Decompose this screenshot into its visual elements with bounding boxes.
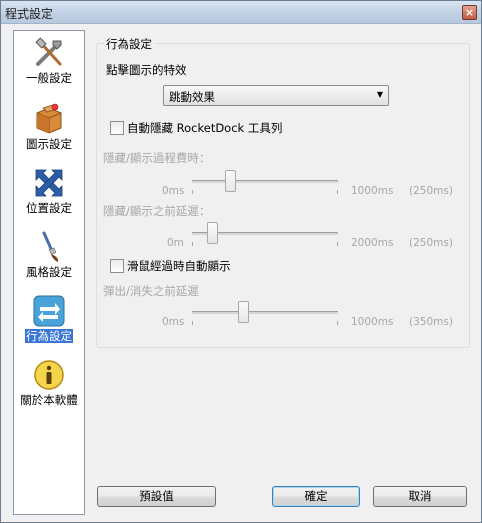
hide-duration-max: 1000ms: [351, 185, 394, 197]
sidebar-item-behavior[interactable]: 行為設定: [14, 289, 84, 353]
sidebar-item-position[interactable]: 位置設定: [14, 161, 84, 225]
sidebar-item-style[interactable]: 風格設定: [14, 225, 84, 289]
hide-delay-slider[interactable]: [207, 222, 218, 244]
title-bar[interactable]: 程式設定 ×: [1, 1, 481, 24]
sidebar-item-about[interactable]: 關於本軟體: [14, 353, 84, 417]
group-title: 行為設定: [104, 36, 154, 52]
swap-arrows-icon: [33, 295, 65, 327]
close-button[interactable]: ×: [462, 5, 477, 20]
tools-icon: [35, 37, 62, 66]
sidebar-item-label: 關於本軟體: [20, 393, 78, 407]
defaults-button[interactable]: 預設值: [97, 486, 216, 507]
popup-delay-max: 1000ms: [351, 316, 394, 328]
popup-delay-min: 0ms: [162, 316, 185, 328]
slider-tick: [337, 190, 338, 194]
dropdown-arrow-icon: ▼: [376, 90, 383, 99]
sidebar-item-label: 行為設定: [25, 329, 73, 343]
paintbrush-icon: [42, 231, 59, 262]
click-effect-value: 跳動效果: [169, 90, 215, 104]
autohide-checkbox[interactable]: [110, 121, 124, 135]
sidebar-item-label: 圖示設定: [26, 137, 72, 151]
sidebar-item-label: 位置設定: [26, 201, 72, 215]
hide-duration-slider[interactable]: [225, 170, 236, 192]
hide-duration-value: (250ms): [409, 185, 453, 197]
popup-delay-label: 彈出/消失之前延遲: [103, 284, 199, 298]
slider-tick: [192, 242, 193, 246]
slider-tick: [337, 321, 338, 325]
ok-button[interactable]: 確定: [272, 486, 360, 507]
box-icon: [36, 103, 62, 134]
slider-tick: [337, 242, 338, 246]
hide-delay-value: (250ms): [409, 237, 453, 249]
window-title: 程式設定: [5, 7, 54, 21]
sidebar-item-general[interactable]: 一般設定: [14, 31, 84, 95]
move-arrows-icon: [35, 169, 63, 197]
hide-duration-min: 0ms: [162, 185, 185, 197]
hide-delay-max: 2000ms: [351, 237, 394, 249]
popup-delay-value: (350ms): [409, 316, 453, 328]
sidebar-item-label: 一般設定: [26, 71, 72, 85]
hide-duration-label: 隱藏/顯示過程費時：: [103, 151, 211, 165]
hide-delay-min: 0m: [167, 237, 184, 249]
slider-tick: [192, 190, 193, 194]
hide-delay-label: 隱藏/顯示之前延遲：: [103, 204, 211, 218]
mouseover-label: 滑鼠經過時自動顯示: [127, 259, 231, 273]
sidebar-item-label: 風格設定: [26, 265, 72, 279]
click-effect-label: 點擊圖示的特效: [106, 63, 187, 77]
info-icon: [34, 360, 64, 390]
sidebar-item-icons[interactable]: 圖示設定: [14, 97, 84, 161]
hide-duration-track: [192, 180, 338, 183]
autohide-label: 自動隱藏 RocketDock 工具列: [127, 121, 283, 135]
popup-delay-track: [192, 311, 338, 314]
click-effect-select[interactable]: 跳動效果 ▼: [163, 85, 389, 106]
sidebar: 一般設定 圖示設定 位置設定 風格設定 行為設定 關於本軟體: [13, 30, 85, 515]
popup-delay-slider[interactable]: [238, 301, 249, 323]
cancel-button[interactable]: 取消: [373, 486, 467, 507]
slider-tick: [192, 321, 193, 325]
mouseover-checkbox[interactable]: [110, 259, 124, 273]
